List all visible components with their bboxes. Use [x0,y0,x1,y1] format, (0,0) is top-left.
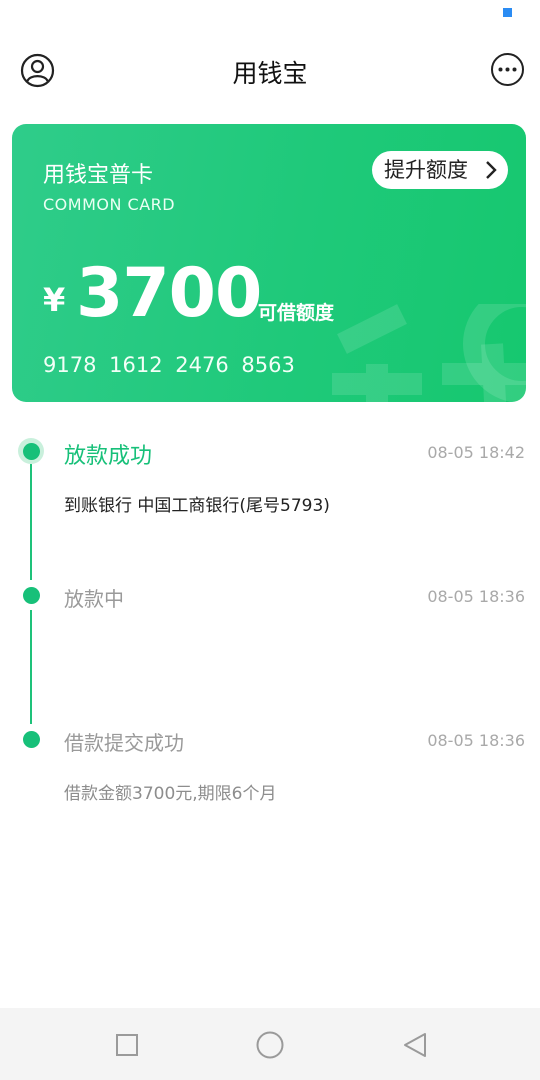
more-horizontal-icon [491,53,524,86]
timeline-item-title: 放款中 [64,587,124,611]
upgrade-limit-button[interactable]: 提升额度 [372,151,508,189]
page-title: 用钱宝 [232,59,308,88]
timeline-dot [22,730,40,748]
recent-apps-button[interactable] [112,1030,142,1060]
more-button[interactable] [490,52,525,87]
timeline-item-title: 放款成功 [64,444,153,469]
chevron-right-icon [486,161,497,179]
card-number: 9178 1612 2476 8563 [43,353,295,377]
system-navigation-bar [0,1008,540,1080]
timeline-dot [22,442,40,460]
card-name: 用钱宝普卡 [43,163,154,188]
timeline-dot [22,586,40,604]
timeline-item-desc: 到账银行 中国工商银行(尾号5793) [64,496,330,516]
timeline-item-time: 08-05 18:36 [427,731,525,750]
status-indicator [503,8,512,17]
timeline-item-desc: 借款金额3700元,期限6个月 [64,784,277,804]
credit-card: 用钱宝普卡 COMMON CARD 提升额度 ¥ 3700 可借额度 9178 … [12,124,526,402]
timeline-node-active [18,438,44,464]
timeline-line [30,610,32,724]
timeline-item-title: 借款提交成功 [64,731,184,755]
back-button[interactable] [400,1030,430,1060]
square-icon [116,1034,138,1056]
circle-icon [256,1031,284,1059]
money-watermark-icon [332,304,526,402]
app-header: 用钱宝 [0,40,540,100]
loan-progress-timeline: 放款成功 08-05 18:42 到账银行 中国工商银行(尾号5793) 放款中… [0,420,540,840]
timeline-item-time: 08-05 18:36 [427,587,525,606]
card-subtitle: COMMON CARD [43,195,176,214]
timeline-item-time: 08-05 18:42 [427,443,525,462]
upgrade-limit-label: 提升额度 [384,158,468,182]
timeline-line [30,464,32,580]
home-button[interactable] [255,1030,285,1060]
currency-symbol: ¥ [43,281,66,319]
credit-amount-label: 可借额度 [258,302,335,324]
triangle-back-icon [404,1033,426,1057]
credit-amount: 3700 [76,254,262,333]
